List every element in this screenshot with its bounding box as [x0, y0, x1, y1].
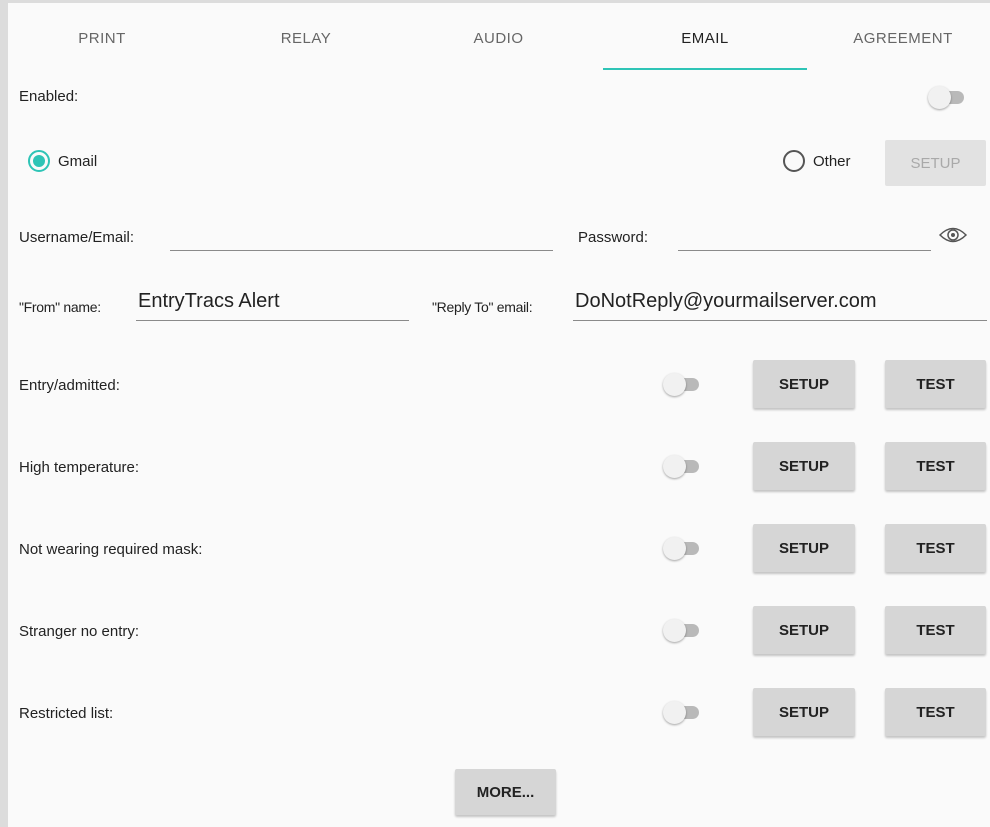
switch-thumb [663, 701, 686, 724]
alert-switch[interactable] [663, 700, 701, 724]
gmail-radio[interactable] [28, 150, 50, 172]
password-input[interactable] [678, 223, 931, 251]
alert-setup-button[interactable]: SETUP [753, 442, 855, 490]
alert-row-entry: Entry/admitted: SETUP TEST [8, 357, 990, 413]
alert-switch[interactable] [663, 372, 701, 396]
alert-label: Entry/admitted: [19, 377, 120, 394]
alert-test-button[interactable]: TEST [885, 688, 986, 736]
active-tab-indicator [603, 68, 807, 70]
alert-switch[interactable] [663, 536, 701, 560]
alert-row-mask: Not wearing required mask: SETUP TEST [8, 521, 990, 577]
more-button[interactable]: MORE... [455, 769, 556, 815]
reply-to-label: "Reply To" email: [432, 299, 533, 315]
alert-label: Not wearing required mask: [19, 541, 203, 558]
enabled-label: Enabled: [19, 88, 79, 105]
alert-test-button[interactable]: TEST [885, 360, 986, 408]
from-name-input[interactable] [136, 287, 409, 321]
tab-print[interactable]: PRINT [16, 6, 188, 70]
alert-switch[interactable] [663, 618, 701, 642]
alert-test-button[interactable]: TEST [885, 442, 986, 490]
alert-label: Restricted list: [19, 705, 114, 722]
tab-audio[interactable]: AUDIO [396, 6, 601, 70]
username-input[interactable] [170, 223, 553, 251]
alert-label: Stranger no entry: [19, 623, 140, 640]
from-name-label: "From" name: [19, 299, 101, 315]
switch-thumb [928, 86, 951, 109]
switch-thumb [663, 455, 686, 478]
alert-setup-button[interactable]: SETUP [753, 360, 855, 408]
tab-label: AUDIO [473, 29, 524, 47]
reply-to-input[interactable] [573, 287, 987, 321]
alert-test-button[interactable]: TEST [885, 524, 986, 572]
tab-relay[interactable]: RELAY [201, 6, 411, 70]
tab-label: PRINT [78, 29, 126, 47]
gmail-label[interactable]: Gmail [58, 153, 97, 170]
eye-icon[interactable] [938, 223, 968, 247]
alert-setup-button[interactable]: SETUP [753, 688, 855, 736]
tab-agreement[interactable]: AGREEMENT [808, 6, 990, 70]
tab-email[interactable]: EMAIL [603, 6, 807, 70]
other-radio[interactable] [783, 150, 805, 172]
enabled-switch[interactable] [928, 85, 966, 109]
password-label: Password: [578, 229, 649, 246]
switch-thumb [663, 373, 686, 396]
alert-row-stranger: Stranger no entry: SETUP TEST [8, 603, 990, 659]
alert-setup-button[interactable]: SETUP [753, 606, 855, 654]
other-label[interactable]: Other [813, 153, 851, 170]
alert-row-high-temperature: High temperature: SETUP TEST [8, 439, 990, 495]
username-label: Username/Email: [19, 229, 135, 246]
alert-test-button[interactable]: TEST [885, 606, 986, 654]
tab-label: EMAIL [681, 29, 729, 47]
switch-thumb [663, 619, 686, 642]
tab-bar: PRINT RELAY AUDIO EMAIL AGREEMENT [16, 6, 990, 70]
alert-switch[interactable] [663, 454, 701, 478]
tab-label: RELAY [280, 29, 332, 47]
email-settings-panel: PRINT RELAY AUDIO EMAIL AGREEMENT Enable… [0, 0, 990, 827]
alert-label: High temperature: [19, 459, 140, 476]
tab-label: AGREEMENT [853, 29, 953, 47]
alert-row-restricted: Restricted list: SETUP TEST [8, 685, 990, 741]
switch-thumb [663, 537, 686, 560]
provider-setup-button[interactable]: SETUP [885, 140, 986, 186]
alert-setup-button[interactable]: SETUP [753, 524, 855, 572]
